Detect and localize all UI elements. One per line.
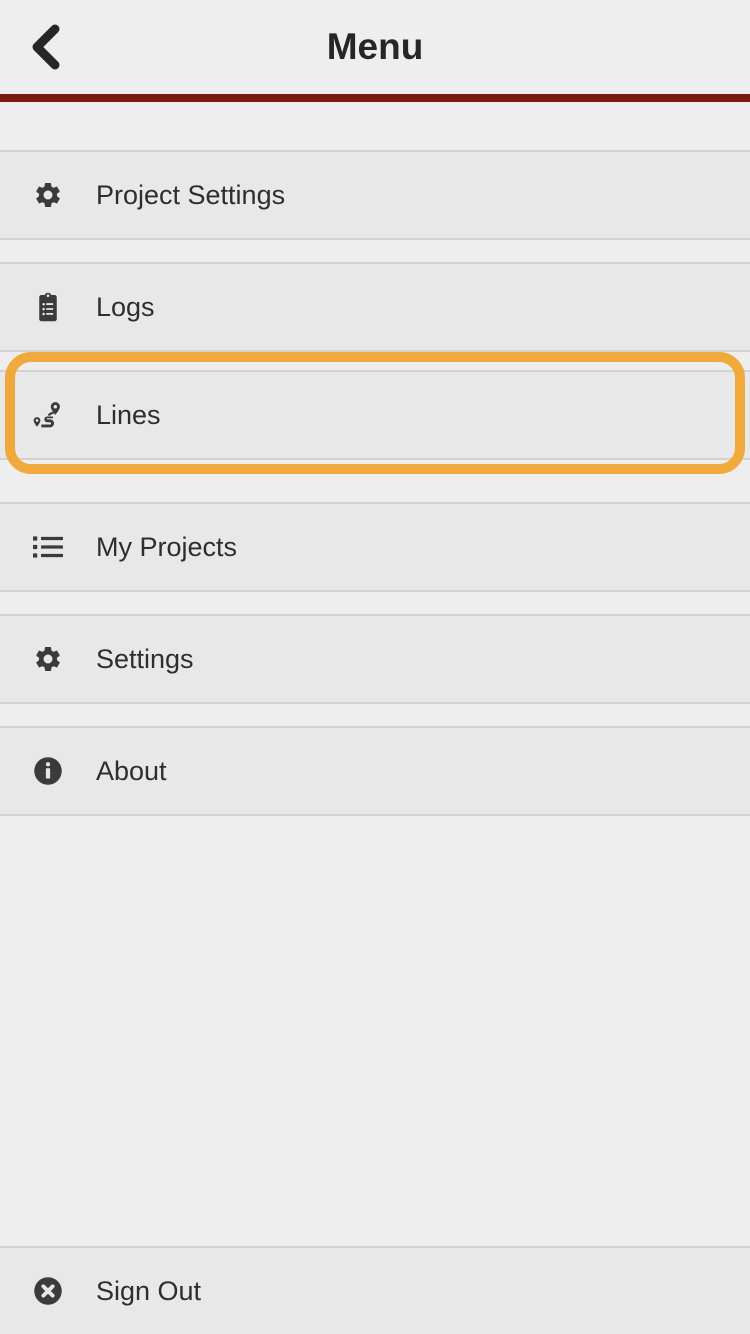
gear-icon [0, 180, 96, 210]
route-icon [0, 400, 96, 430]
menu-gap [0, 352, 750, 370]
close-circle-icon [0, 1276, 96, 1306]
page-title: Menu [326, 26, 424, 67]
gear-icon [0, 644, 96, 674]
menu-gap [0, 102, 750, 150]
info-circle-icon [0, 756, 96, 786]
menu-item-sign-out[interactable]: Sign Out [0, 1246, 750, 1334]
menu-list: Project Settings Logs Lines My Projects … [0, 102, 750, 816]
menu-item-label: Lines [96, 399, 161, 430]
menu-item-settings[interactable]: Settings [0, 614, 750, 704]
menu-item-about[interactable]: About [0, 726, 750, 816]
menu-gap [0, 460, 750, 502]
menu-item-label: Logs [96, 291, 155, 322]
menu-gap [0, 704, 750, 726]
menu-item-label: Sign Out [96, 1275, 202, 1306]
menu-item-logs[interactable]: Logs [0, 262, 750, 352]
menu-item-label: Settings [96, 643, 194, 674]
menu-item-my-projects[interactable]: My Projects [0, 502, 750, 592]
menu-item-label: Project Settings [96, 179, 286, 210]
menu-item-lines[interactable]: Lines [0, 370, 750, 460]
menu-gap [0, 592, 750, 614]
clipboard-list-icon [0, 292, 96, 322]
highlighted-menu-item-wrapper: Lines [0, 352, 750, 474]
menu-item-project-settings[interactable]: Project Settings [0, 150, 750, 240]
list-bullet-icon [0, 535, 96, 559]
menu-item-label: My Projects [96, 531, 238, 562]
menu-gap [0, 240, 750, 262]
menu-item-label: About [96, 755, 167, 786]
app-header: Menu [0, 0, 750, 102]
